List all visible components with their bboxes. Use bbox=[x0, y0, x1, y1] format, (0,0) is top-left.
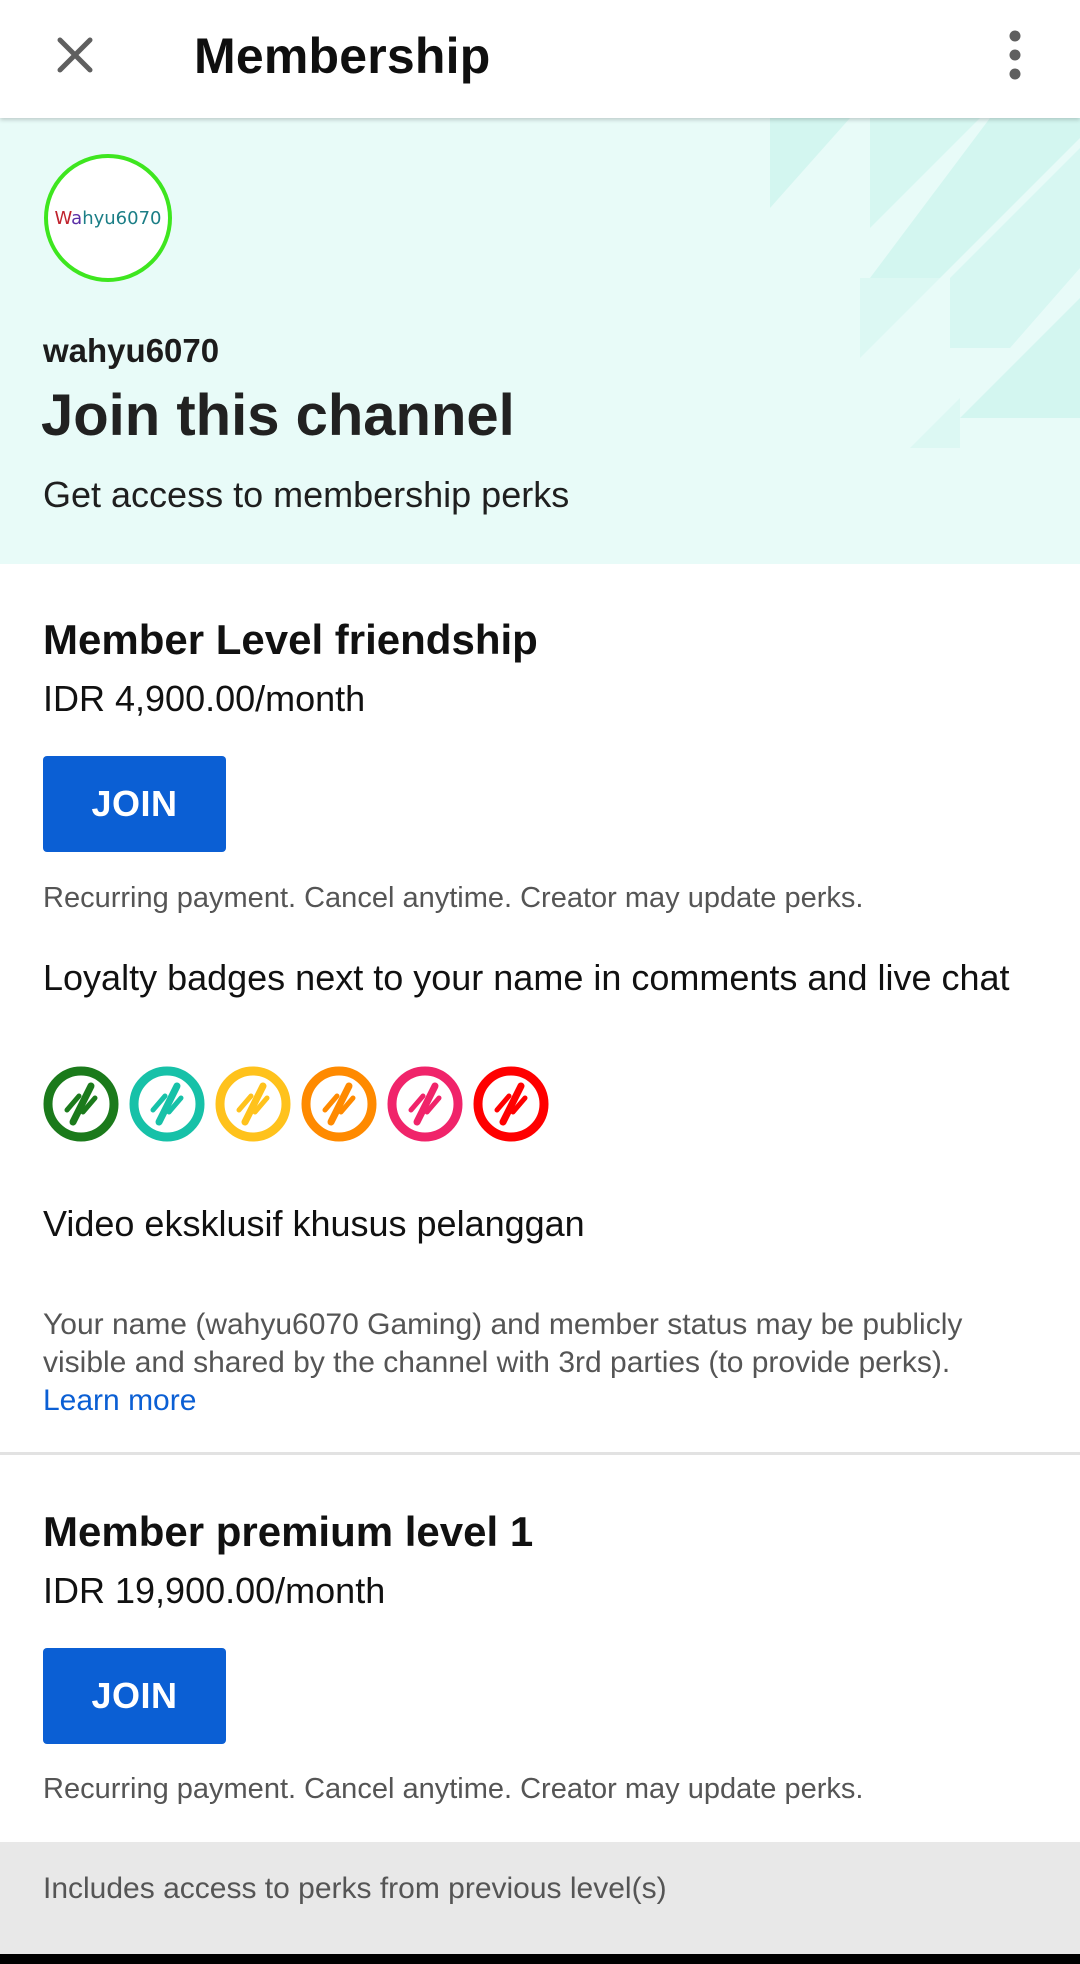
tier-title: Member Level friendship bbox=[43, 616, 538, 663]
join-heading: Join this channel bbox=[41, 383, 515, 448]
more-options-button[interactable] bbox=[980, 20, 1050, 90]
learn-more-link[interactable]: Learn more bbox=[43, 1384, 196, 1417]
divider bbox=[0, 1452, 1080, 1455]
join-button[interactable]: JOIN bbox=[43, 1648, 226, 1744]
more-vertical-icon bbox=[1009, 30, 1021, 80]
join-button[interactable]: JOIN bbox=[43, 756, 226, 852]
tier-title: Member premium level 1 bbox=[43, 1508, 534, 1555]
loyalty-badges bbox=[43, 1066, 549, 1142]
close-button[interactable] bbox=[40, 20, 110, 90]
privacy-text: Your name (wahyu6070 Gaming) and member … bbox=[43, 1308, 963, 1379]
channel-handle: wahyu6070 bbox=[43, 332, 220, 369]
app-bar: Membership bbox=[0, 0, 1080, 118]
tier-price: IDR 4,900.00/month bbox=[43, 678, 366, 719]
privacy-note: Your name (wahyu6070 Gaming) and member … bbox=[43, 1306, 1043, 1420]
loyalty-badge-icon bbox=[129, 1066, 205, 1142]
tier-price: IDR 19,900.00/month bbox=[43, 1570, 386, 1611]
recurring-note: Recurring payment. Cancel anytime. Creat… bbox=[43, 1773, 864, 1805]
close-icon bbox=[57, 37, 93, 73]
loyalty-badge-icon bbox=[387, 1066, 463, 1142]
loyalty-badge-icon bbox=[43, 1066, 119, 1142]
includes-previous-perks-banner: Includes access to perks from previous l… bbox=[0, 1842, 1080, 1954]
loyalty-badge-icon bbox=[473, 1066, 549, 1142]
join-subheading: Get access to membership perks bbox=[43, 474, 570, 515]
perk-exclusive-videos: Video eksklusif khusus pelanggan bbox=[43, 1203, 585, 1244]
recurring-note: Recurring payment. Cancel anytime. Creat… bbox=[43, 882, 864, 914]
includes-note: Includes access to perks from previous l… bbox=[43, 1872, 667, 1905]
system-nav-bar bbox=[0, 1954, 1080, 1964]
loyalty-badge-icon bbox=[215, 1066, 291, 1142]
avatar-logo-text: Wahyu6070 bbox=[54, 207, 162, 229]
page-title: Membership bbox=[194, 28, 491, 84]
loyalty-badge-icon bbox=[301, 1066, 377, 1142]
channel-hero: Wahyu6070 wahyu6070 Join this channel Ge… bbox=[0, 118, 1080, 564]
channel-avatar[interactable]: Wahyu6070 bbox=[44, 154, 172, 282]
perk-loyalty-badges: Loyalty badges next to your name in comm… bbox=[43, 957, 1010, 998]
decorative-pattern bbox=[770, 118, 1080, 448]
